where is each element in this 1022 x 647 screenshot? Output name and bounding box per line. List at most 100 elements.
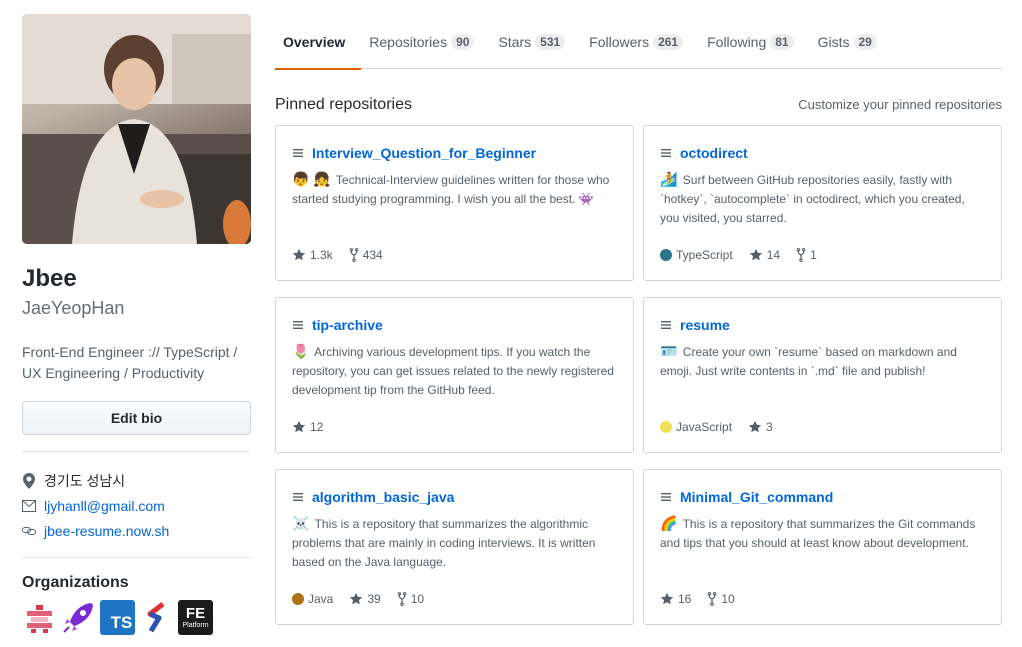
tab-counter: 261 [653,33,684,50]
repo-forks[interactable]: 434 [349,248,383,262]
repo-emoji: ☠️ [292,515,310,531]
repo-icon [660,490,672,504]
repo-title-row: Minimal_Git_command [660,486,985,508]
tab-counter: 29 [853,33,877,50]
repo-forks[interactable]: 10 [397,592,424,606]
repo-forks[interactable]: 1 [796,248,817,262]
repo-description: 🌈 This is a repository that summarizes t… [660,514,985,553]
repo-title-row: Interview_Question_for_Beginner [292,142,617,164]
repo-title-row: octodirect [660,142,985,164]
star-icon [292,248,306,262]
repo-meta: JavaScript 3 [660,420,789,434]
email-row: ljyhanll@gmail.com [22,493,251,518]
repo-description-text: This is a repository that summarizes the… [660,517,976,550]
star-icon [748,420,762,434]
language-color-dot [292,593,304,605]
pinned-repo-card: tip-archive 🌷 Archiving various developme… [275,297,634,453]
profile-name: Jbee [22,265,77,292]
repo-link[interactable]: Interview_Question_for_Beginner [312,145,536,161]
divider [22,557,251,558]
location-text: 경기도 성남시 [44,472,126,489]
repo-emoji: 🌷 [292,343,310,359]
language-label: TypeScript [676,248,733,262]
profile-details: 경기도 성남시 ljyhanll@gmail.com jbee-resume.n… [22,451,251,558]
email-link[interactable]: ljyhanll@gmail.com [44,498,165,514]
repo-language: JavaScript [660,420,732,434]
repo-title-row: resume [660,314,985,336]
repo-description-text: Surf between GitHub repositories easily,… [660,173,965,225]
pinned-repo-card: Interview_Question_for_Beginner 👦 👧 Techn… [275,125,634,281]
fe-org-label: FE [185,604,206,622]
repo-description: 🏄 Surf between GitHub repositories easil… [660,170,985,228]
tab-label: Stars [498,33,532,50]
edit-bio-button[interactable]: Edit bio [22,401,251,435]
repo-stars[interactable]: 3 [748,420,773,434]
tab-following[interactable]: Following 81 [699,14,810,69]
website-row: jbee-resume.now.sh [22,518,251,543]
fork-icon [707,592,717,606]
repo-emoji: 🪪 [660,343,678,359]
tab-overview[interactable]: Overview [275,14,362,70]
star-icon [749,248,763,262]
repo-stars[interactable]: 14 [749,248,780,262]
profile-tabs: Overview Repositories 90 Stars 531 Follo… [275,14,1002,70]
rocket-org-icon[interactable] [61,600,96,635]
red-blue-s-org-icon[interactable] [139,600,174,635]
location-row: 경기도 성남시 [22,468,251,493]
repo-link[interactable]: octodirect [680,145,748,161]
language-color-dot [660,249,672,261]
tab-label: Gists [817,33,850,50]
tab-counter: 531 [535,33,566,50]
repo-title-row: algorithm_basic_java [292,486,617,508]
location-pin-icon [22,472,36,489]
tab-label: Overview [283,33,346,50]
divider [22,451,251,452]
repo-link[interactable]: tip-archive [312,317,383,333]
repo-meta: 1.3k 434 [292,248,399,262]
website-link[interactable]: jbee-resume.now.sh [44,523,169,539]
repo-meta: 12 [292,420,339,434]
customize-pins-link[interactable]: Customize your pinned repositories [798,97,1002,112]
language-label: JavaScript [676,420,733,434]
repo-description: 🪪 Create your own `resume` based on mark… [660,342,985,381]
repo-icon [660,146,672,160]
avatar[interactable] [22,14,251,244]
repo-description: ☠️ This is a repository that summarizes … [292,514,617,572]
repo-title-row: tip-archive [292,314,617,336]
profile-sidebar: Jbee JaeYeopHan Front-End Engineer :// T… [22,14,251,635]
repo-emoji: 👦 👧 [292,171,331,187]
organizations-list: TS FE Platform [22,600,251,635]
repo-forks[interactable]: 10 [707,592,735,606]
repo-link[interactable]: algorithm_basic_java [312,489,454,505]
repo-link[interactable]: Minimal_Git_command [680,489,833,505]
star-icon [292,420,306,434]
repo-link[interactable]: resume [680,317,730,333]
repo-emoji: 🏄 [660,171,678,187]
pinned-header: Pinned repositories Customize your pinne… [275,96,1002,114]
star-count: 12 [310,420,324,434]
tab-repositories[interactable]: Repositories 90 [361,14,490,69]
tab-stars[interactable]: Stars 531 [490,14,581,69]
profile-username: JaeYeopHan [22,298,125,318]
repo-stars[interactable]: 12 [292,420,323,434]
pinned-repo-card: resume 🪪 Create your own `resume` based o… [643,297,1002,453]
typescript-org-label: TS [110,612,133,632]
tab-label: Repositories [369,33,448,50]
repo-stars[interactable]: 16 [660,592,691,606]
typescript-org-icon[interactable]: TS [100,600,135,635]
fork-icon [796,248,806,262]
repo-stars[interactable]: 39 [349,592,381,606]
tab-followers[interactable]: Followers 261 [581,14,699,69]
repo-stars[interactable]: 1.3k [292,248,333,262]
pinned-repo-card: algorithm_basic_java ☠️ This is a reposit… [275,469,634,625]
fork-icon [349,248,359,262]
repo-icon [292,318,304,332]
tab-counter: 90 [451,33,475,50]
fork-count: 10 [721,592,735,606]
repo-description: 👦 👧 Technical-Interview guidelines writt… [292,170,617,209]
tab-gists[interactable]: Gists 29 [810,14,893,69]
fe-platform-org-icon[interactable]: FE Platform [178,600,213,635]
pinned-repo-card: octodirect 🏄 Surf between GitHub reposito… [643,125,1002,281]
language-color-dot [660,421,672,433]
pixel-shrine-org-icon[interactable] [22,600,57,635]
